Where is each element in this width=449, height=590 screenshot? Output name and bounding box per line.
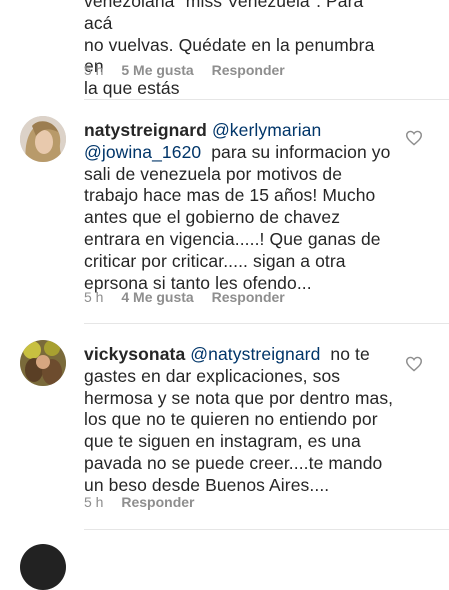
reply-button[interactable]: Responder	[212, 289, 285, 305]
divider	[84, 529, 449, 530]
likes-count[interactable]: 5 Me gusta	[121, 62, 193, 78]
divider	[84, 323, 449, 324]
mention-link[interactable]: @natystreignard	[190, 344, 320, 364]
comment-meta: 5 h 4 Me gusta Responder	[84, 289, 299, 305]
comment-meta: 5 h Responder	[84, 494, 208, 510]
reply-button[interactable]: Responder	[121, 494, 194, 510]
comment-username[interactable]: natystreignard	[84, 120, 207, 140]
timestamp: 5 h	[84, 62, 104, 78]
comment-meta: 5 h 5 Me gusta Responder	[84, 62, 299, 78]
timestamp: 5 h	[84, 494, 104, 510]
timestamp: 5 h	[84, 289, 104, 305]
avatar[interactable]	[20, 340, 66, 386]
avatar[interactable]	[20, 116, 66, 162]
likes-count[interactable]: 4 Me gusta	[121, 289, 193, 305]
mention-link[interactable]: @jowina_1620	[84, 142, 201, 162]
divider	[84, 99, 449, 100]
heart-outline-icon[interactable]	[405, 130, 423, 146]
comment-text: vickysonata @natystreignard no te gastes…	[84, 344, 394, 495]
reply-button[interactable]: Responder	[212, 62, 285, 78]
comment-text: natystreignard @kerlymarian @jowina_1620…	[84, 120, 391, 293]
heart-outline-icon[interactable]	[405, 356, 423, 372]
comment-username[interactable]: vickysonata	[84, 344, 185, 364]
comment-text: venezolana "miss Venezuela". Para acá no…	[84, 0, 375, 99]
mention-link[interactable]: @kerlymarian	[212, 120, 321, 140]
